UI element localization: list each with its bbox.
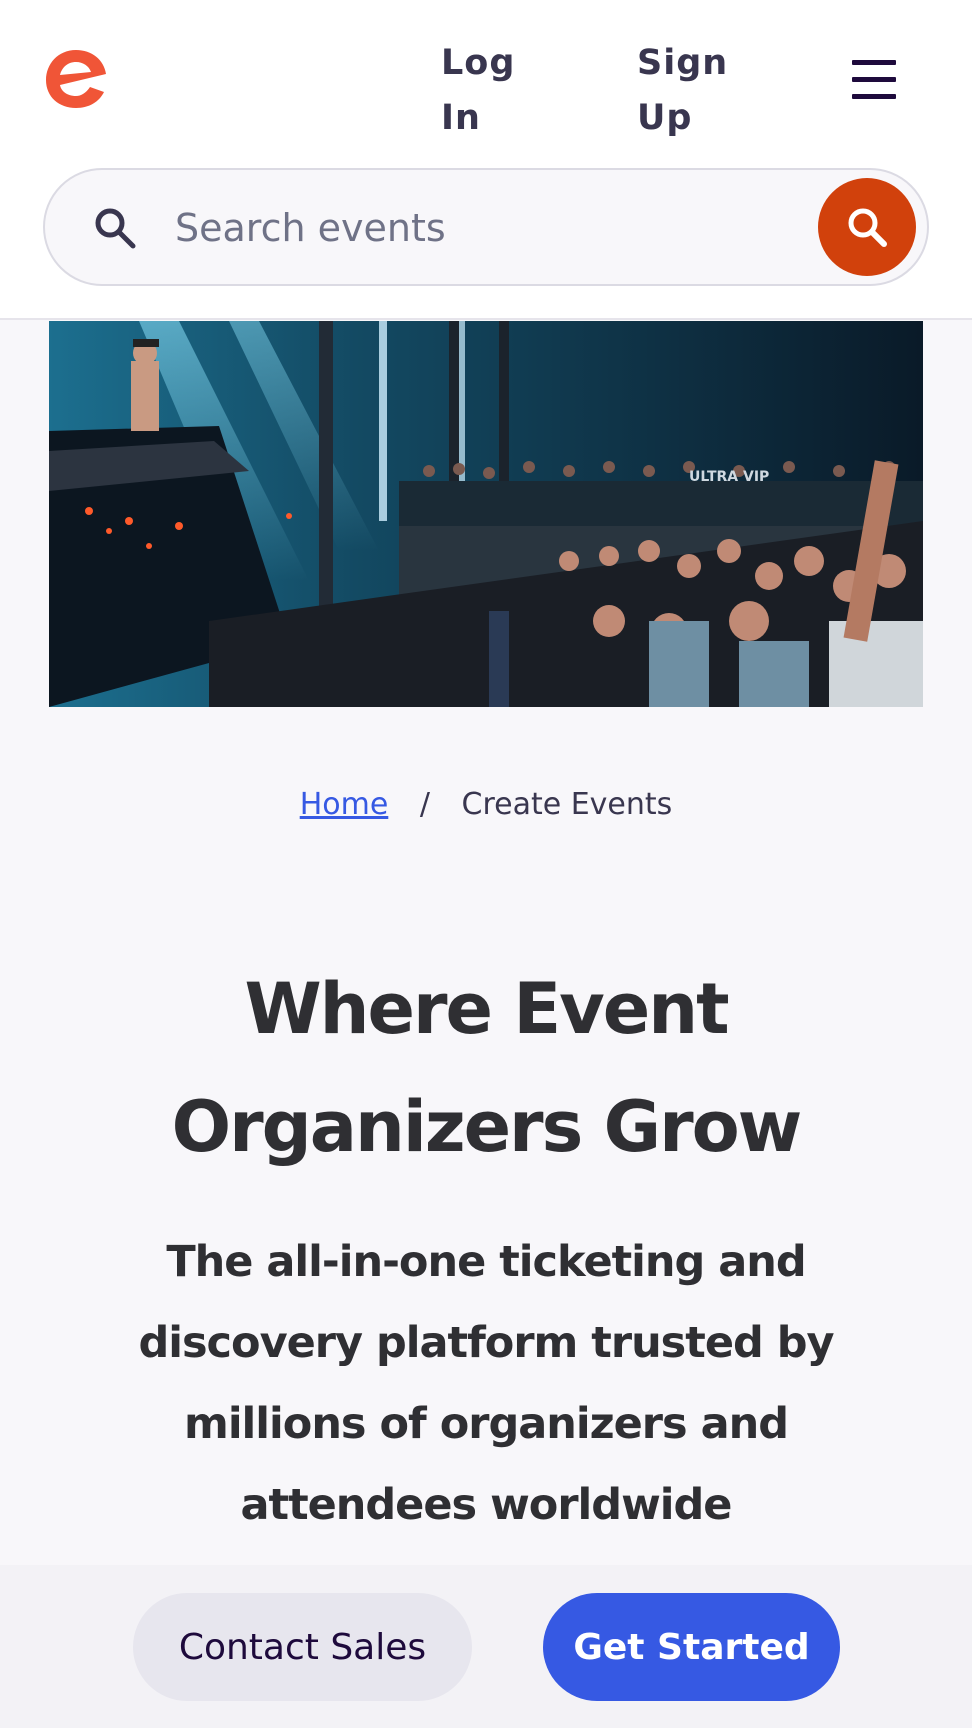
search-icon bbox=[848, 208, 887, 247]
breadcrumb-home-link[interactable]: Home bbox=[300, 787, 389, 822]
search-icon bbox=[95, 208, 136, 249]
search-input[interactable] bbox=[175, 198, 735, 258]
eventbrite-logo[interactable] bbox=[40, 42, 112, 114]
signup-link[interactable]: Sign Up bbox=[637, 36, 728, 146]
search-bar bbox=[43, 168, 929, 286]
login-label-line1: Log bbox=[441, 43, 516, 83]
login-link[interactable]: Log In bbox=[441, 36, 515, 146]
signup-label-line1: Sign bbox=[637, 43, 729, 83]
page-headline: Where Event Organizers Grow bbox=[60, 950, 912, 1186]
signup-label-line2: Up bbox=[637, 98, 693, 138]
breadcrumb-separator: / bbox=[419, 787, 430, 822]
hero-banner-text: ULTRA VIP bbox=[689, 469, 769, 485]
site-header: Log In Sign Up bbox=[0, 0, 972, 320]
hero-image: ULTRA VIP bbox=[49, 321, 923, 707]
headline-line-1: Where Event bbox=[244, 968, 729, 1050]
breadcrumb: Home / Create Events bbox=[0, 782, 972, 828]
hamburger-menu-icon[interactable] bbox=[852, 60, 896, 100]
headline-line-2: Organizers Grow bbox=[171, 1086, 803, 1168]
breadcrumb-current: Create Events bbox=[461, 787, 673, 822]
page-subtitle: The all-in-one ticketing and discovery p… bbox=[138, 1237, 834, 1530]
get-started-button[interactable]: Get Started bbox=[543, 1593, 840, 1701]
bottom-action-bar: Contact Sales Get Started bbox=[0, 1565, 972, 1728]
contact-sales-button[interactable]: Contact Sales bbox=[133, 1593, 472, 1701]
search-submit-button[interactable] bbox=[818, 178, 916, 276]
login-label-line2: In bbox=[441, 98, 481, 138]
